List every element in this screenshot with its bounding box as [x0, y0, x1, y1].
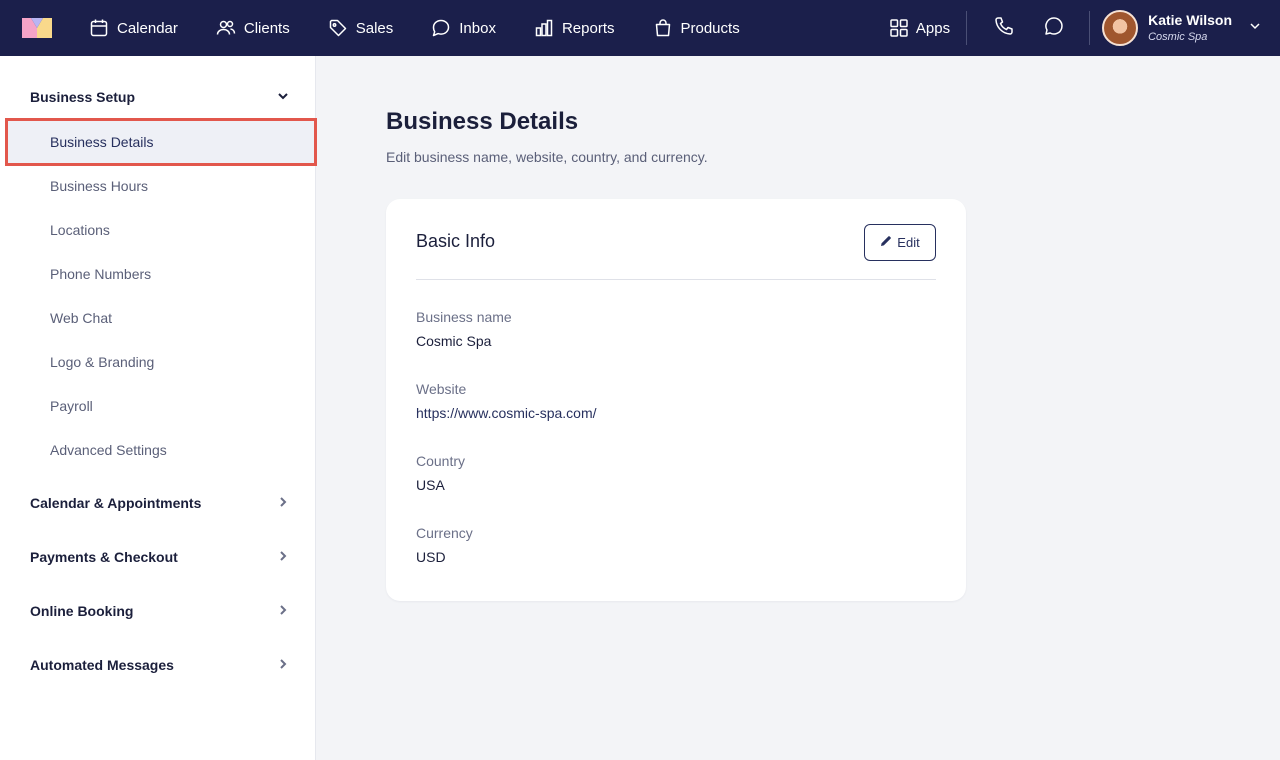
chevron-right-icon: [276, 603, 290, 620]
sidebar-group-label: Online Booking: [30, 603, 134, 619]
edit-button-label: Edit: [897, 235, 920, 250]
phone-button[interactable]: [979, 0, 1029, 56]
website-link[interactable]: https://www.cosmic-spa.com/: [416, 405, 597, 421]
nav-products-label: Products: [680, 19, 740, 37]
nav-inbox-label: Inbox: [459, 19, 496, 37]
tag-icon: [328, 18, 348, 38]
topbar-divider: [966, 11, 968, 45]
page-title: Business Details: [386, 108, 579, 135]
chevron-down-icon: [1248, 19, 1262, 38]
field-label-website: Website: [416, 381, 467, 397]
phone-icon: [993, 15, 1015, 42]
field-label-country: Country: [416, 453, 466, 469]
sidebar-item-phone-numbers[interactable]: Phone Numbers: [50, 266, 151, 282]
user-org: Cosmic Spa: [1148, 31, 1208, 44]
user-name: Katie Wilson: [1148, 11, 1232, 28]
field-label-currency: Currency: [416, 525, 473, 541]
shopping-bag-icon: [653, 18, 673, 38]
topbar-right: Apps Katie Wilson Cosmic Spa: [889, 0, 1280, 56]
settings-sidebar: Business Setup Business Details Business…: [0, 56, 317, 760]
nav-reports-label: Reports: [561, 19, 615, 37]
calendar-icon: [89, 18, 109, 38]
sidebar-group-calendar-appointments[interactable]: Calendar & Appointments: [30, 492, 290, 514]
nav-inbox[interactable]: Inbox: [431, 0, 496, 56]
edit-button[interactable]: Edit: [864, 224, 936, 261]
users-icon: [216, 18, 236, 38]
top-navigation-bar: Calendar Clients Sales Inbox Reports Pro…: [0, 0, 1280, 56]
nav-calendar-label: Calendar: [117, 19, 178, 37]
basic-info-card: Basic Info Edit Business name Cosmic Spa…: [386, 199, 966, 601]
sidebar-item-business-hours[interactable]: Business Hours: [50, 178, 148, 194]
sidebar-group-label: Automated Messages: [30, 657, 174, 673]
messages-button[interactable]: [1029, 0, 1079, 56]
chat-bubble-icon: [431, 18, 451, 38]
field-label-business-name: Business name: [416, 309, 512, 325]
card-divider: [416, 279, 936, 280]
nav-clients-label: Clients: [243, 19, 290, 37]
sidebar-group-online-booking[interactable]: Online Booking: [30, 600, 290, 622]
main-nav: Calendar Clients Sales Inbox Reports Pro…: [89, 0, 778, 56]
pencil-icon: [880, 235, 897, 250]
sidebar-group-label: Business Setup: [30, 89, 136, 105]
sidebar-item-web-chat[interactable]: Web Chat: [50, 310, 112, 326]
nav-clients[interactable]: Clients: [216, 0, 290, 56]
nav-sales[interactable]: Sales: [328, 0, 394, 56]
sidebar-item-business-details[interactable]: Business Details: [5, 118, 317, 166]
sidebar-item-label: Business Details: [50, 134, 154, 150]
page-subtitle: Edit business name, website, country, an…: [386, 149, 708, 165]
sidebar-group-label: Calendar & Appointments: [30, 495, 202, 511]
user-info: Katie Wilson Cosmic Spa: [1148, 11, 1232, 44]
grid-icon: [889, 18, 909, 38]
chevron-right-icon: [276, 549, 290, 566]
apps-button[interactable]: Apps: [889, 18, 950, 38]
sidebar-item-advanced-settings[interactable]: Advanced Settings: [50, 442, 167, 458]
sidebar-item-logo-branding[interactable]: Logo & Branding: [50, 354, 154, 370]
sidebar-group-business-setup[interactable]: Business Setup: [30, 86, 290, 108]
nav-reports[interactable]: Reports: [534, 0, 615, 56]
field-value-business-name: Cosmic Spa: [416, 333, 492, 349]
field-value-country: USA: [416, 477, 445, 493]
message-circle-icon: [1043, 15, 1065, 42]
sidebar-group-automated-messages[interactable]: Automated Messages: [30, 654, 290, 676]
chevron-right-icon: [276, 495, 290, 512]
brand-logo-icon[interactable]: [22, 16, 52, 38]
nav-sales-label: Sales: [355, 19, 394, 37]
chevron-down-icon: [276, 89, 290, 106]
sidebar-item-locations[interactable]: Locations: [50, 222, 110, 238]
nav-products[interactable]: Products: [653, 0, 740, 56]
apps-label: Apps: [915, 19, 951, 37]
sidebar-group-payments-checkout[interactable]: Payments & Checkout: [30, 546, 290, 568]
sidebar-group-label: Payments & Checkout: [30, 549, 178, 565]
bar-chart-icon: [534, 18, 554, 38]
field-value-currency: USD: [416, 549, 446, 565]
user-menu[interactable]: Katie Wilson Cosmic Spa: [1090, 0, 1280, 56]
sidebar-item-payroll[interactable]: Payroll: [50, 398, 93, 414]
chevron-right-icon: [276, 657, 290, 674]
nav-calendar[interactable]: Calendar: [89, 0, 178, 56]
avatar: [1102, 10, 1139, 46]
card-title: Basic Info: [416, 231, 496, 251]
